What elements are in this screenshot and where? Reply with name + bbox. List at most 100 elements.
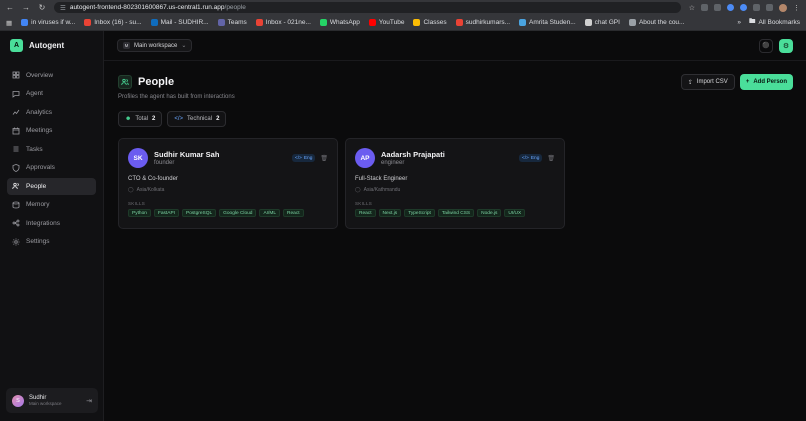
sidebar-item-settings[interactable]: Settings — [7, 234, 96, 251]
bookmark-item[interactable]: sudhirkumars... — [455, 19, 510, 26]
bookmark-label: chat GPI — [594, 19, 620, 26]
chevron-down-icon: ⌄ — [181, 43, 187, 49]
bookmark-item[interactable]: About the cou... — [628, 19, 684, 26]
browser-address-bar: ← → ↻ ☰ autogent-frontend-802301600867.u… — [0, 0, 806, 15]
extensions: ☆ ⋮ — [689, 3, 800, 12]
add-user-icon: + — [745, 79, 750, 85]
extension-icon[interactable] — [701, 4, 708, 11]
person-name: Aadarsh Prajapati — [381, 150, 445, 159]
workspace-select[interactable]: M Main workspace ⌄ — [117, 39, 193, 52]
topbar: M Main workspace ⌄ ⚫ ⚙ — [104, 31, 806, 61]
calendar-icon — [12, 127, 20, 135]
gear-icon — [12, 238, 20, 246]
back-icon[interactable]: ← — [6, 3, 14, 12]
star-icon[interactable]: ☆ — [689, 4, 695, 12]
all-bookmarks-button[interactable]: 🖿 All Bookmarks — [749, 17, 800, 28]
shield-icon — [12, 163, 20, 172]
sidebar-item-analytics[interactable]: Analytics — [7, 104, 96, 121]
code-icon: </> — [521, 155, 529, 161]
skill-tag: FastAPI — [153, 209, 179, 217]
user-card[interactable]: S Sudhir Main workspace ⇥ — [6, 388, 98, 413]
import-csv-label: Import CSV — [696, 79, 728, 85]
sidebar-item-label: Meetings — [26, 127, 53, 135]
person-location: ◯ Asia/Kolkata — [128, 187, 328, 193]
person-card[interactable]: SK Sudhir Kumar Sah founder </> Eng 🗑 CTO & Co… — [118, 138, 338, 229]
sidebar-item-tasks[interactable]: Tasks — [7, 141, 96, 158]
site-info-icon[interactable]: ☰ — [60, 4, 66, 12]
sidebar-item-agent[interactable]: Agent — [7, 86, 96, 103]
bookmark-item[interactable]: Inbox (16) - su... — [84, 19, 142, 26]
app-shell: A Autogent Overview Agent Analytics Meeting… — [0, 31, 806, 421]
bookmark-item[interactable]: Inbox - 021ne... — [255, 19, 311, 26]
sidebar-item-label: Approvals — [26, 164, 55, 172]
reload-icon[interactable]: ↻ — [38, 3, 46, 12]
favicon-icon — [413, 19, 421, 26]
person-role: engineer — [381, 160, 405, 166]
extension-icon[interactable] — [727, 4, 734, 11]
page-subtitle: Profiles the agent has built from intera… — [118, 94, 235, 100]
code-icon: </> — [174, 116, 184, 122]
import-csv-button[interactable]: ⇪ Import CSV — [680, 74, 735, 90]
filter-technical[interactable]: </> Technical 2 — [167, 111, 227, 127]
sidebar-item-approvals[interactable]: Approvals — [7, 160, 96, 177]
bookmark-item[interactable]: Teams — [217, 19, 247, 26]
logout-icon[interactable]: ⇥ — [86, 397, 92, 405]
bell-icon[interactable]: ⚫ — [759, 38, 773, 53]
bookmark-item[interactable]: WhatsApp — [319, 19, 360, 26]
person-title: Full-Stack Engineer — [355, 176, 408, 182]
sidebar-item-label: Overview — [26, 71, 54, 79]
department-badge: </> Eng — [291, 154, 316, 162]
person-card[interactable]: AP Aadarsh Prajapati engineer </> Eng 🗑 Full-S… — [345, 138, 565, 229]
user-workspace: Main workspace — [29, 401, 62, 406]
puzzle-icon[interactable] — [766, 4, 773, 11]
avatar: S — [12, 394, 24, 407]
menu-icon[interactable]: ⋮ — [793, 4, 800, 12]
bookmark-item[interactable]: Amrita Studen... — [519, 19, 576, 26]
chevron-right-icon[interactable]: » — [737, 19, 741, 26]
bookmark-item[interactable]: chat GPI — [584, 19, 620, 26]
upload-icon: ⇪ — [687, 79, 693, 86]
favicon-icon — [255, 19, 263, 26]
settings-icon[interactable]: ⚙ — [779, 38, 793, 53]
skill-tag: Node.js — [477, 209, 502, 217]
department-label: Eng — [303, 155, 313, 161]
trash-icon[interactable]: 🗑 — [547, 155, 555, 162]
sidebar-item-people[interactable]: People — [7, 178, 96, 195]
extension-icon[interactable] — [753, 4, 760, 11]
apps-icon[interactable]: ▦ — [6, 19, 12, 27]
skill-tag: React — [355, 209, 376, 217]
grid-icon — [12, 71, 20, 79]
globe-icon: ◯ — [355, 187, 361, 193]
bookmark-label: Teams — [227, 19, 247, 26]
brand-name: Autogent — [29, 40, 65, 50]
url-host: autogent-frontend-802301600867.us-centra… — [69, 4, 225, 11]
profile-avatar[interactable] — [779, 3, 787, 12]
filter-count: 2 — [152, 116, 156, 122]
skill-tag: Python — [128, 209, 151, 217]
add-person-label: Add Person — [753, 79, 787, 85]
bookmark-item[interactable]: Classes — [413, 19, 447, 26]
sidebar-item-label: Tasks — [26, 145, 43, 153]
bookmark-item[interactable]: in viruses if w... — [21, 19, 75, 26]
brand[interactable]: A Autogent — [0, 31, 103, 59]
page-title: People — [138, 76, 175, 88]
people-icon — [12, 183, 19, 190]
bookmark-item[interactable]: Mail - SUDHIR... — [150, 19, 209, 26]
add-person-button[interactable]: + Add Person — [739, 74, 793, 90]
bookmark-label: YouTube — [378, 19, 405, 26]
url-field[interactable]: ☰ autogent-frontend-802301600867.us-cent… — [54, 2, 681, 13]
analytics-icon — [12, 110, 20, 115]
extension-icon[interactable] — [740, 4, 747, 11]
sidebar-item-meetings[interactable]: Meetings — [7, 123, 96, 140]
globe-icon: ◯ — [128, 187, 134, 193]
bookmark-item[interactable]: YouTube — [368, 19, 405, 26]
filter-total[interactable]: ☻ Total 2 — [118, 111, 163, 127]
sidebar-item-memory[interactable]: Memory — [7, 197, 96, 214]
trash-icon[interactable]: 🗑 — [320, 155, 328, 162]
location-label: Asia/Kolkata — [136, 187, 165, 193]
forward-icon[interactable]: → — [22, 3, 30, 12]
extension-icon[interactable] — [714, 4, 721, 11]
sidebar-item-overview[interactable]: Overview — [7, 67, 96, 84]
sidebar-item-label: Settings — [26, 238, 50, 246]
sidebar-item-integrations[interactable]: Integrations — [7, 215, 96, 232]
